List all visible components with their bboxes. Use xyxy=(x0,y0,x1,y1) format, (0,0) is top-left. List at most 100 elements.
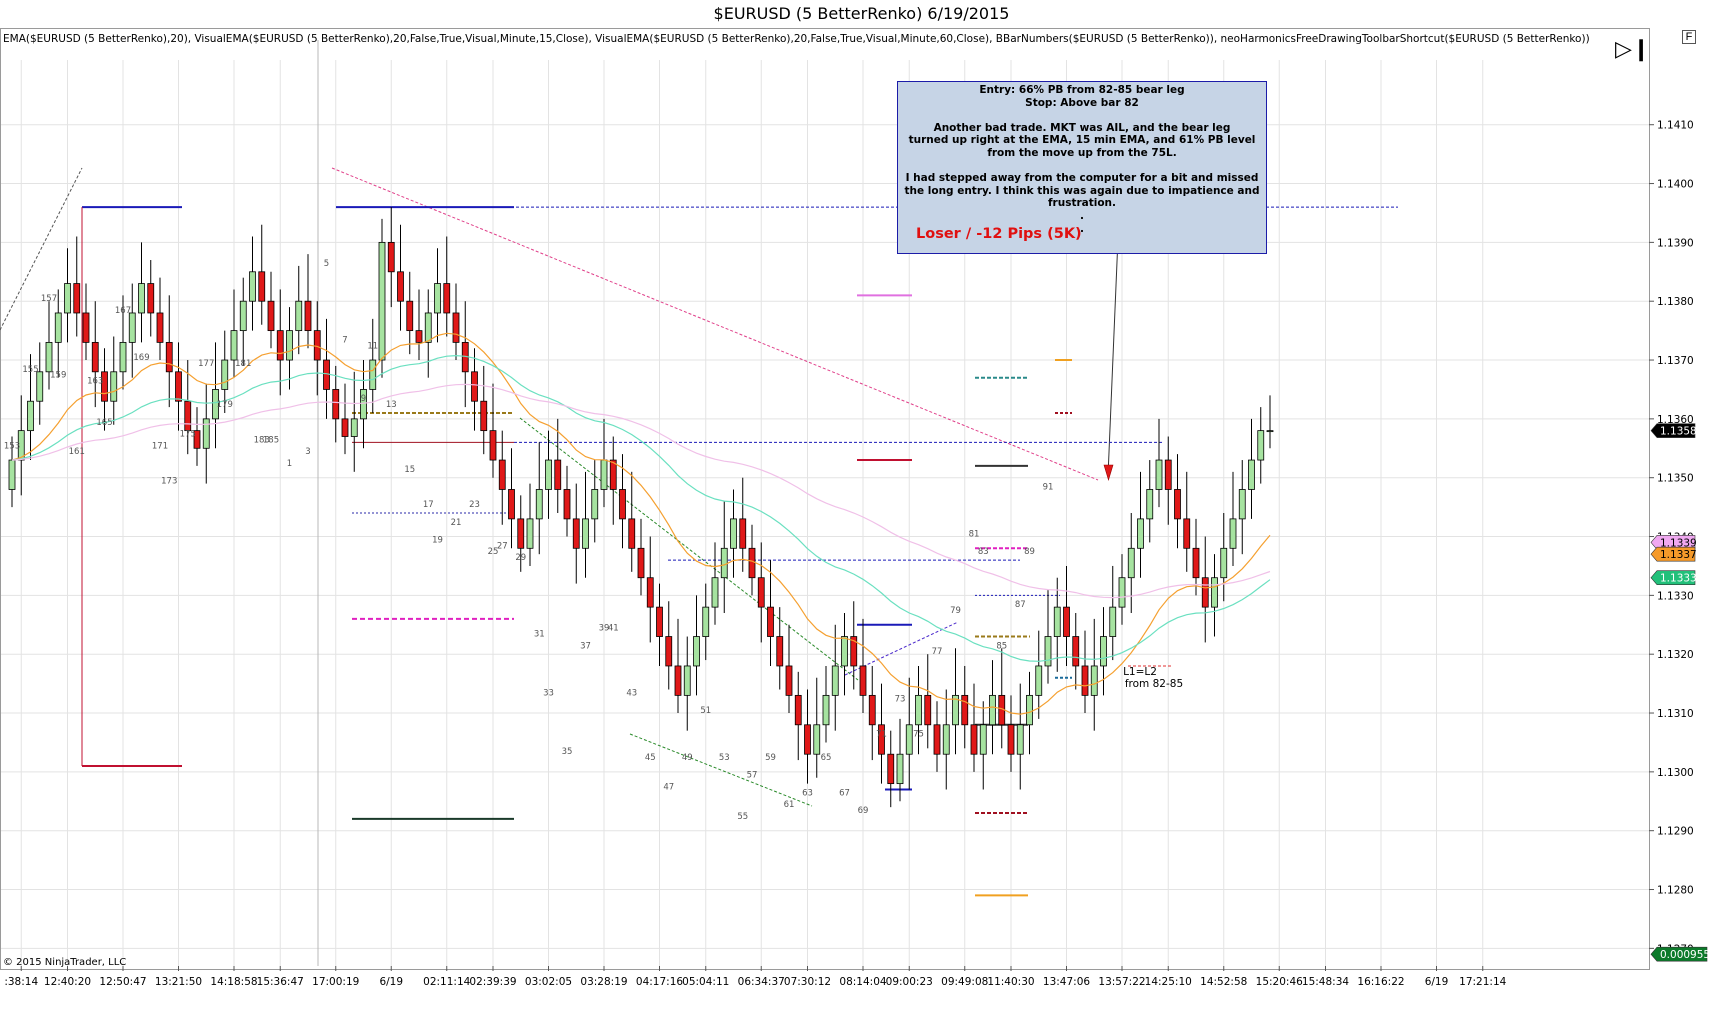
candle-down xyxy=(887,753,895,785)
x-tick-label: 05:04:11 xyxy=(682,976,729,988)
candle-up xyxy=(989,694,996,726)
candle-up xyxy=(1211,577,1218,608)
candle-down xyxy=(646,577,654,608)
x-tick-label: 14:18:58 xyxy=(210,976,257,988)
candle-up xyxy=(110,371,118,402)
candle-up xyxy=(702,606,710,637)
bar-number-label: 185 xyxy=(263,435,279,445)
candle-up xyxy=(582,518,589,549)
price-chart[interactable]: 1.12701.12801.12901.13001.13101.13201.13… xyxy=(0,0,1723,1015)
candle-up xyxy=(45,341,53,373)
pattern-annotation: L1=L2 xyxy=(1123,666,1157,678)
bar-number-label: 11 xyxy=(367,341,378,351)
candle-up xyxy=(1155,459,1163,490)
candle-down xyxy=(452,312,460,343)
x-tick-label: 08:14:04 xyxy=(839,976,886,988)
y-tick-label: 1.1380 xyxy=(1657,296,1694,308)
bar-number-label: 169 xyxy=(133,353,149,363)
y-tick-label: 1.1310 xyxy=(1657,708,1694,720)
note-line: Another bad trade. MKT was AIL, and the … xyxy=(933,121,1231,134)
bar-number-label: 47 xyxy=(663,783,674,793)
note-line: I had stepped away from the computer for… xyxy=(905,172,1259,185)
bar-number-label: 9 xyxy=(361,394,366,404)
x-tick-label: 09:00:23 xyxy=(886,976,933,988)
candle-up xyxy=(905,724,913,755)
bar-number-label: 87 xyxy=(1015,600,1026,610)
bar-number-label: 3 xyxy=(305,447,310,457)
price-tag-label: 1.1337 xyxy=(1660,549,1697,561)
candle-down xyxy=(1164,459,1172,490)
x-tick-label: 06:34:37 xyxy=(738,976,785,988)
candle-down xyxy=(1081,665,1089,696)
bar-number-label: 171 xyxy=(152,441,168,451)
bar-number-label: 55 xyxy=(737,812,748,822)
x-tick-label: 03:28:19 xyxy=(580,976,627,988)
candle-up xyxy=(535,489,543,520)
y-tick-label: 1.1290 xyxy=(1657,826,1694,838)
candle-up xyxy=(1090,665,1098,696)
candle-down xyxy=(165,341,173,373)
candle-up xyxy=(128,312,136,343)
candle-down xyxy=(1201,577,1209,608)
candle-down xyxy=(397,271,404,302)
candle-up xyxy=(350,418,358,437)
bar-number-label: 41 xyxy=(608,624,619,634)
bar-number-label: 159 xyxy=(50,371,66,381)
candle-up xyxy=(378,241,386,361)
candle-down xyxy=(508,489,515,520)
x-tick-label: 6/19 xyxy=(1425,976,1449,988)
candle-down xyxy=(480,400,488,432)
candle-down xyxy=(776,636,784,667)
candle-down xyxy=(267,300,275,332)
x-tick-label: 11:40:30 xyxy=(987,976,1034,988)
candle-down xyxy=(674,665,682,696)
x-tick-label: 14:52:58 xyxy=(1200,976,1247,988)
bar-number-label: 85 xyxy=(996,641,1007,651)
note-line xyxy=(898,160,1266,173)
price-tag-label: 1.1358 xyxy=(1660,426,1697,438)
candle-up xyxy=(730,518,737,549)
candle-down xyxy=(1183,518,1191,549)
bar-number-label: 61 xyxy=(784,800,795,810)
candle-up xyxy=(1100,636,1107,667)
x-tick-label: 02:39:39 xyxy=(469,976,516,988)
bar-number-label: 157 xyxy=(41,294,57,304)
x-tick-label: 16:16:22 xyxy=(1357,976,1404,988)
candle-up xyxy=(720,547,728,579)
candle-down xyxy=(91,341,99,373)
x-tick-label: 15:20:46 xyxy=(1256,976,1303,988)
note-line: frustration. xyxy=(1047,197,1117,210)
bar-number-label: 67 xyxy=(839,788,850,798)
bar-number-label: 75 xyxy=(913,730,924,740)
bar-number-label: 5 xyxy=(324,259,329,269)
candle-down xyxy=(554,459,562,490)
x-tick-label: 6/19 xyxy=(379,976,403,988)
bar-number-label: 63 xyxy=(802,788,813,798)
bar-number-label: 91 xyxy=(1043,482,1054,492)
candle-down xyxy=(175,371,182,402)
bar-number-label: 153 xyxy=(4,441,20,451)
y-tick-label: 1.1330 xyxy=(1657,590,1694,602)
candle-up xyxy=(1016,724,1024,755)
trade-result: Loser / -12 Pips (5K) xyxy=(916,226,1082,242)
candle-up xyxy=(979,724,987,755)
candle-up xyxy=(1137,518,1144,549)
bar-number-label: 73 xyxy=(895,694,906,704)
candle-down xyxy=(859,665,867,696)
f-icon[interactable]: F xyxy=(1682,30,1696,44)
candle-down xyxy=(665,636,673,667)
candle-down xyxy=(933,724,941,755)
candle-down xyxy=(748,547,756,579)
candle-up xyxy=(896,753,904,785)
x-tick-label: 15:36:47 xyxy=(257,976,304,988)
x-tick-label: 09:49:08 xyxy=(941,976,988,988)
scroll-end-icon[interactable]: ▷❙ xyxy=(1615,36,1650,62)
note-line: . xyxy=(1080,209,1084,222)
candle-up xyxy=(230,330,238,361)
candle-down xyxy=(73,283,81,314)
candle-up xyxy=(545,459,552,490)
candle-up xyxy=(239,300,247,332)
x-tick-label: 02:11:14 xyxy=(423,976,470,988)
x-tick-label: 03:02:05 xyxy=(525,976,572,988)
trend-line xyxy=(629,733,813,807)
